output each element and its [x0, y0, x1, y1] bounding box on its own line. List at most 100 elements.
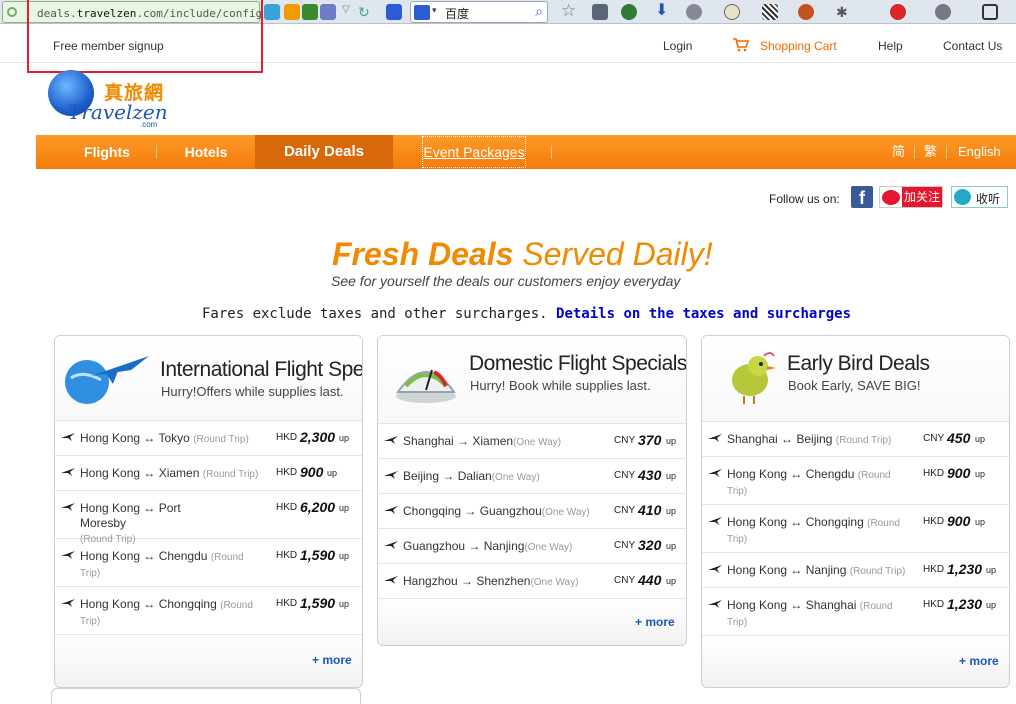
php-icon[interactable]: [320, 4, 336, 20]
deal-currency: HKD: [923, 599, 945, 610]
deal-row[interactable]: Hangzhou → Shenzhen(One Way) CNY 440 up: [378, 564, 686, 599]
deal-route: Chongqing → Guangzhou(One Way): [403, 504, 590, 518]
nav-hotels[interactable]: Hotels: [170, 135, 242, 169]
plane-icon: [708, 565, 722, 573]
price-suffix: up: [986, 565, 997, 575]
dropdown-icon[interactable]: ▽: [342, 4, 352, 20]
card-subtitle: Book Early, SAVE BIG!: [788, 378, 921, 393]
deal-currency: CNY: [614, 435, 636, 446]
deal-row[interactable]: Hong Kong ↔ Chengdu (Round Trip) HKD 1,5…: [55, 539, 362, 587]
qq-weibo-icon: [954, 189, 971, 205]
card-header: Domestic Flight Specials Hurry! Book whi…: [378, 336, 686, 424]
price-suffix: up: [339, 503, 350, 513]
nav-separator: [156, 145, 157, 159]
bug-icon[interactable]: ✱: [836, 4, 852, 20]
deal-route: Hong Kong ↔ Tokyo (Round Trip): [80, 431, 249, 445]
nav-flights[interactable]: Flights: [71, 135, 143, 169]
price-suffix: up: [327, 468, 338, 478]
card-footer: + more: [378, 599, 686, 645]
lang-traditional[interactable]: 繁: [924, 135, 937, 169]
deal-route: Hong Kong ↔ Nanjing (Round Trip): [727, 563, 906, 577]
more-link[interactable]: + more: [635, 615, 675, 629]
green-addon-icon[interactable]: [621, 4, 637, 20]
deal-row[interactable]: Guangzhou → Nanjing(One Way) CNY 320 up: [378, 529, 686, 564]
price-suffix: up: [339, 599, 350, 609]
deal-row[interactable]: Hong Kong ↔ Xiamen (Round Trip) HKD 900 …: [55, 456, 362, 491]
more-link[interactable]: + more: [959, 654, 999, 668]
facebook-icon[interactable]: f: [851, 186, 873, 208]
price-suffix: up: [666, 471, 677, 481]
addon-icon[interactable]: [264, 4, 280, 20]
addon-u-icon[interactable]: [284, 4, 300, 20]
deal-row[interactable]: Shanghai → Xiamen(One Way) CNY 370 up: [378, 424, 686, 459]
nav-event-packages[interactable]: Event Packages: [421, 135, 527, 169]
price-suffix: up: [339, 551, 350, 561]
shopping-cart-link[interactable]: Shopping Cart: [760, 39, 837, 53]
login-link[interactable]: Login: [663, 39, 692, 53]
ghost-icon[interactable]: [686, 4, 702, 20]
more-link[interactable]: + more: [312, 653, 352, 667]
deal-route: Hong Kong ↔ Chongqing (Round Trip): [727, 515, 900, 545]
deal-row[interactable]: Hong Kong ↔ Shanghai (Round Trip) HKD 1,…: [702, 588, 1009, 636]
lang-english[interactable]: English: [958, 135, 1001, 169]
engine-dropdown-icon[interactable]: ▾: [432, 5, 437, 16]
deal-currency: HKD: [276, 598, 298, 609]
deal-row[interactable]: Hong Kong ↔ Chongqing (Round Trip) HKD 1…: [55, 587, 362, 635]
deal-row[interactable]: Hong Kong ↔ Chongqing (Round Trip) HKD 9…: [702, 505, 1009, 553]
travelzen-logo[interactable]: 真旅網 Travelzen .com: [46, 66, 168, 130]
price-suffix: up: [986, 600, 997, 610]
qq-listen-button[interactable]: 收听: [951, 186, 1008, 208]
deal-row[interactable]: Shanghai ↔ Beijing (Round Trip) CNY 450 …: [702, 422, 1009, 457]
deal-row[interactable]: Hong Kong ↔ Nanjing (Round Trip) HKD 1,2…: [702, 553, 1009, 588]
deal-row[interactable]: Chongqing → Guangzhou(One Way) CNY 410 u…: [378, 494, 686, 529]
next-card-peek: [51, 688, 361, 704]
deal-row[interactable]: Hong Kong ↔ Port Moresby (Round Trip) HKD…: [55, 491, 362, 545]
baidu-engine-icon[interactable]: [414, 5, 430, 20]
card-footer: + more: [55, 635, 362, 687]
bookmark-star-icon[interactable]: [386, 4, 402, 20]
help-link[interactable]: Help: [878, 39, 903, 53]
site-identity-icon[interactable]: [7, 7, 17, 17]
card-title: Domestic Flight Specials: [469, 352, 687, 375]
card-subtitle: Hurry! Book while supplies last.: [470, 378, 651, 393]
adblock-icon[interactable]: [890, 4, 906, 20]
card-header: Early Bird Deals Book Early, SAVE BIG!: [702, 336, 1009, 422]
deal-price: 1,590: [300, 595, 336, 611]
download-icon[interactable]: ⬇: [655, 3, 671, 20]
addon-l-icon[interactable]: [302, 4, 318, 20]
deal-row[interactable]: Hong Kong ↔ Chengdu (Round Trip) HKD 900…: [702, 457, 1009, 505]
deal-currency: HKD: [276, 550, 298, 561]
deal-row[interactable]: Beijing → Dalian(One Way) CNY 430 up: [378, 459, 686, 494]
search-go-icon[interactable]: ⌕: [535, 3, 543, 20]
plane-icon: [384, 541, 398, 549]
nav-separator: [914, 145, 915, 159]
search-bar[interactable]: ▾ 百度 ⌕: [410, 1, 548, 23]
deal-currency: HKD: [276, 467, 298, 478]
contact-us-link[interactable]: Contact Us: [943, 39, 1002, 53]
plane-icon: [708, 434, 722, 442]
lang-simplified[interactable]: 简: [892, 135, 905, 169]
deal-currency: HKD: [923, 468, 945, 479]
deal-currency: CNY: [614, 575, 636, 586]
layers-icon[interactable]: [935, 4, 951, 20]
price-suffix: up: [666, 436, 677, 446]
deal-route: Hong Kong ↔ Chongqing (Round Trip): [80, 597, 253, 627]
deal-currency: HKD: [276, 432, 298, 443]
deal-price: 1,590: [300, 547, 336, 563]
clipboard-icon[interactable]: [592, 4, 608, 20]
palette-icon[interactable]: [724, 4, 740, 20]
deal-price: 900: [947, 465, 971, 481]
taxes-details-link[interactable]: Details on the taxes and surcharges: [556, 306, 851, 322]
page-subheadline: See for yourself the deals our customers…: [331, 273, 681, 289]
reload-icon[interactable]: ↻: [358, 4, 374, 20]
window-icon[interactable]: [982, 4, 998, 20]
weibo-follow-button[interactable]: 加关注: [879, 186, 943, 208]
avatar-icon[interactable]: [798, 4, 814, 20]
deal-row[interactable]: Hong Kong ↔ Tokyo (Round Trip) HKD 2,300…: [55, 421, 362, 456]
deal-price: 410: [638, 502, 662, 518]
deal-price: 900: [947, 513, 971, 529]
nav-daily-deals[interactable]: Daily Deals: [255, 135, 393, 169]
card-header: International Flight Specials Hurry!Offe…: [55, 336, 362, 421]
bookmark-icon[interactable]: ☆: [561, 2, 577, 20]
qr-code-icon[interactable]: [762, 4, 778, 20]
